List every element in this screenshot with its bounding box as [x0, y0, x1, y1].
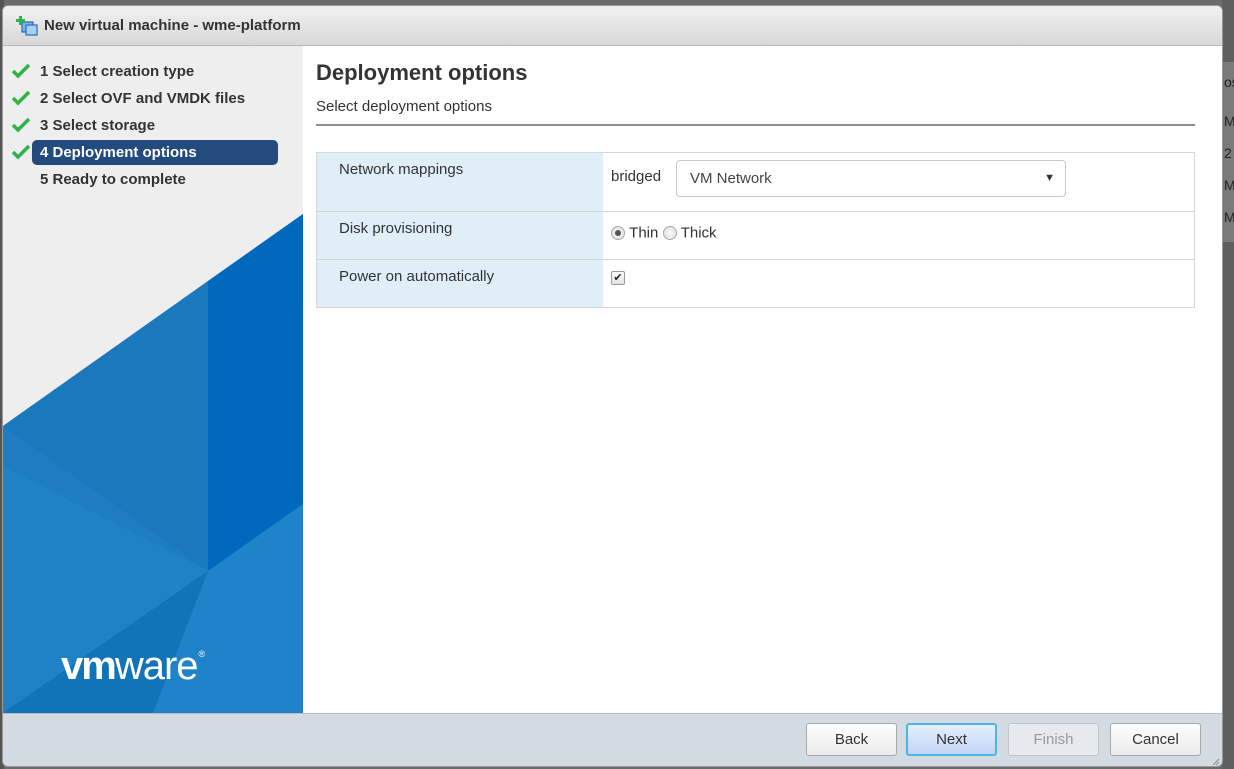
wizard-step-label: 5 Ready to complete	[40, 171, 186, 188]
power-on-label: Power on automatically	[317, 260, 603, 307]
network-mappings-row: Network mappings bridged VM Network ▼	[317, 153, 1194, 212]
disk-provisioning-label: Disk provisioning	[317, 212, 603, 259]
checkmark-icon: ✔	[613, 272, 623, 284]
power-on-value: ✔	[603, 260, 1194, 307]
network-source-name: bridged	[611, 168, 662, 185]
network-mappings-value: bridged VM Network ▼	[603, 153, 1194, 211]
check-icon	[11, 90, 31, 106]
background-text: M	[1224, 113, 1234, 129]
check-icon	[11, 144, 31, 160]
background-app-strip: os M 2 M M	[1222, 0, 1234, 769]
wizard-step-4[interactable]: 4 Deployment options	[3, 139, 303, 166]
wizard-step-1[interactable]: 1 Select creation type	[3, 58, 303, 85]
wizard-content: Deployment options Select deployment opt…	[303, 46, 1222, 713]
back-button[interactable]: Back	[806, 723, 897, 756]
header-divider	[316, 124, 1195, 126]
dialog-footer: Back Next Finish Cancel	[3, 713, 1222, 766]
wizard-step-label: 3 Select storage	[40, 117, 156, 134]
thick-radio[interactable]	[662, 226, 677, 241]
new-vm-icon	[16, 15, 38, 36]
caret-down-icon: ▼	[1044, 172, 1055, 184]
wizard-steps: 1 Select creation type 2 Select OVF and …	[3, 58, 303, 193]
logo-registered: ®	[198, 649, 206, 659]
finish-button: Finish	[1008, 723, 1099, 756]
wizard-step-label: 1 Select creation type	[40, 63, 195, 80]
logo-ware: ware	[114, 644, 199, 688]
power-on-checkbox[interactable]: ✔	[611, 271, 625, 285]
logo-vm: vm	[61, 644, 117, 688]
cancel-button[interactable]: Cancel	[1110, 723, 1201, 756]
thin-radio-label[interactable]: Thin	[629, 225, 658, 242]
thin-radio[interactable]	[611, 226, 625, 241]
network-select[interactable]: VM Network ▼	[676, 160, 1066, 197]
vmware-logo: vm ware ®	[61, 644, 206, 689]
wizard-sidebar: 1 Select creation type 2 Select OVF and …	[3, 46, 303, 713]
thick-radio-label[interactable]: Thick	[681, 225, 717, 242]
background-text: os	[1224, 74, 1234, 90]
background-text: M	[1224, 177, 1234, 193]
next-button[interactable]: Next	[906, 723, 997, 756]
network-select-value: VM Network	[690, 170, 772, 187]
deployment-options-table: Network mappings bridged VM Network ▼ Di…	[316, 152, 1195, 308]
background-text: 2	[1224, 145, 1232, 161]
check-icon	[11, 117, 31, 133]
wizard-step-5[interactable]: 5 Ready to complete	[3, 166, 303, 193]
wizard-step-label: 2 Select OVF and VMDK files	[40, 90, 246, 107]
network-mappings-label: Network mappings	[317, 153, 603, 211]
new-vm-dialog: New virtual machine - wme-platform 1 Sel…	[2, 5, 1223, 767]
power-on-row: Power on automatically ✔	[317, 260, 1194, 307]
resize-grip-icon[interactable]	[1212, 758, 1220, 766]
wizard-step-2[interactable]: 2 Select OVF and VMDK files	[3, 85, 303, 112]
wizard-step-3[interactable]: 3 Select storage	[3, 112, 303, 139]
dialog-titlebar[interactable]: New virtual machine - wme-platform	[3, 6, 1222, 46]
page-title: Deployment options	[316, 60, 528, 85]
disk-provisioning-row: Disk provisioning Thin Thick	[317, 212, 1194, 260]
dialog-title: New virtual machine - wme-platform	[44, 17, 301, 34]
page-subtitle: Select deployment options	[316, 98, 492, 115]
disk-provisioning-value: Thin Thick	[603, 212, 1194, 259]
wizard-step-label: 4 Deployment options	[32, 140, 278, 165]
check-icon	[11, 63, 31, 79]
background-text: M	[1224, 209, 1234, 225]
